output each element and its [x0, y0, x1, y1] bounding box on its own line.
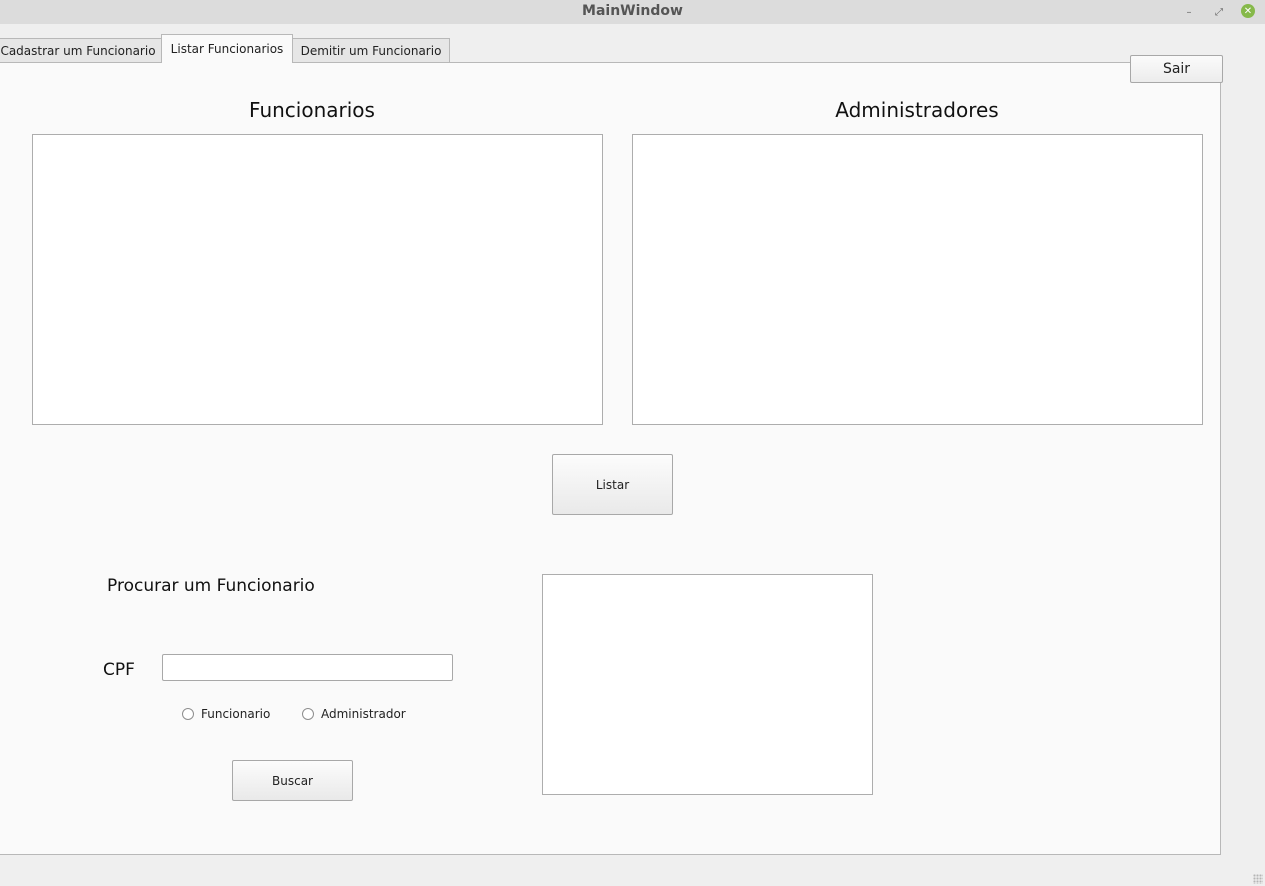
- radio-funcionario[interactable]: Funcionario: [182, 707, 270, 721]
- window-title: MainWindow: [582, 3, 683, 19]
- administradores-list[interactable]: [632, 134, 1203, 425]
- title-bar[interactable]: MainWindow – ⤢ ✕: [0, 0, 1265, 24]
- radio-administrador-circle[interactable]: [302, 708, 314, 720]
- exit-button[interactable]: Sair: [1130, 55, 1223, 83]
- radio-administrador-label: Administrador: [321, 707, 406, 721]
- radio-funcionario-label: Funcionario: [201, 707, 271, 721]
- funcionarios-heading: Funcionarios: [249, 98, 375, 122]
- administradores-heading: Administradores: [835, 98, 999, 122]
- funcionarios-list[interactable]: [32, 134, 603, 425]
- resize-grip-icon[interactable]: [1253, 874, 1263, 884]
- tab-listar[interactable]: Listar Funcionarios: [161, 34, 293, 63]
- radio-funcionario-circle[interactable]: [182, 708, 194, 720]
- listar-button[interactable]: Listar: [552, 454, 673, 515]
- close-icon[interactable]: ✕: [1241, 4, 1255, 18]
- buscar-button[interactable]: Buscar: [232, 760, 353, 801]
- tab-cadastrar[interactable]: Cadastrar um Funcionario: [0, 38, 162, 62]
- minimize-icon[interactable]: –: [1181, 4, 1197, 20]
- main-window: MainWindow – ⤢ ✕ Cadastrar um Funcionari…: [0, 0, 1265, 886]
- maximize-icon[interactable]: ⤢: [1211, 4, 1227, 20]
- cpf-input[interactable]: [162, 654, 453, 681]
- search-section-title: Procurar um Funcionario: [107, 576, 315, 596]
- tab-demitir[interactable]: Demitir um Funcionario: [292, 38, 450, 62]
- search-result-list[interactable]: [542, 574, 873, 795]
- radio-administrador[interactable]: Administrador: [302, 707, 406, 721]
- cpf-label: CPF: [103, 660, 135, 680]
